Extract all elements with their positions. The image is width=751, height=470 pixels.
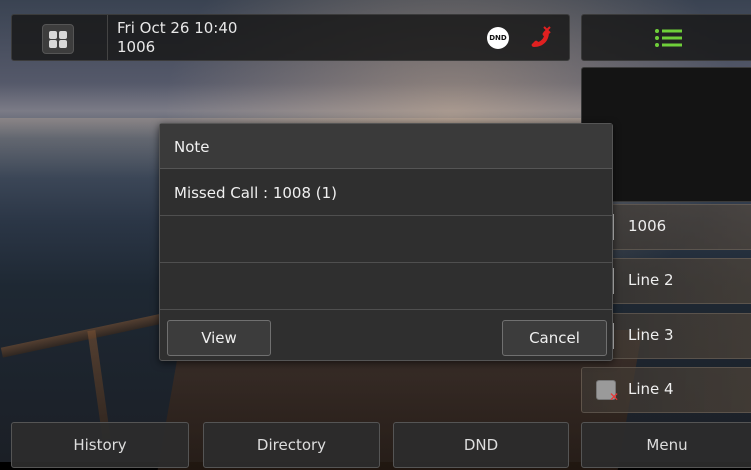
status-bar: Fri Oct 26 10:40 1006 DND xyxy=(11,14,570,61)
cancel-button[interactable]: Cancel xyxy=(502,320,607,356)
list-icon xyxy=(655,29,682,47)
home-button[interactable] xyxy=(42,24,74,54)
line-unregistered-icon: ✕ xyxy=(596,380,619,404)
dnd-icon-label: DND xyxy=(489,34,507,42)
view-button[interactable]: View xyxy=(167,320,271,356)
softkey-directory[interactable]: Directory xyxy=(203,422,380,468)
missed-call-icon xyxy=(531,26,551,47)
line-key-label: Line 4 xyxy=(628,380,674,398)
status-divider xyxy=(107,15,108,60)
softkey-dnd[interactable]: DND xyxy=(393,422,569,468)
line-key-label: Line 3 xyxy=(628,326,674,344)
softkey-history[interactable]: History xyxy=(11,422,189,468)
dialog-title: Note xyxy=(174,138,210,156)
note-dialog: Note Missed Call : 1008 (1) View Cancel xyxy=(159,123,613,361)
dnd-icon: DND xyxy=(487,27,509,49)
main-menu-button[interactable] xyxy=(581,14,751,61)
status-extension: 1006 xyxy=(117,38,156,56)
softkey-menu[interactable]: Menu xyxy=(581,422,751,468)
line-key-label: Line 2 xyxy=(628,271,674,289)
status-datetime: Fri Oct 26 10:40 xyxy=(117,19,238,37)
wallpaper-rail xyxy=(0,312,170,358)
line-key-label: 1006 xyxy=(628,217,667,235)
dialog-row xyxy=(160,216,612,263)
dialog-title-bar: Note xyxy=(160,124,612,169)
dialog-row xyxy=(160,263,612,310)
missed-call-entry: Missed Call : 1008 (1) xyxy=(174,184,338,202)
dialog-row[interactable]: Missed Call : 1008 (1) xyxy=(160,169,612,216)
line-key-4[interactable]: ✕ Line 4 xyxy=(581,367,751,413)
